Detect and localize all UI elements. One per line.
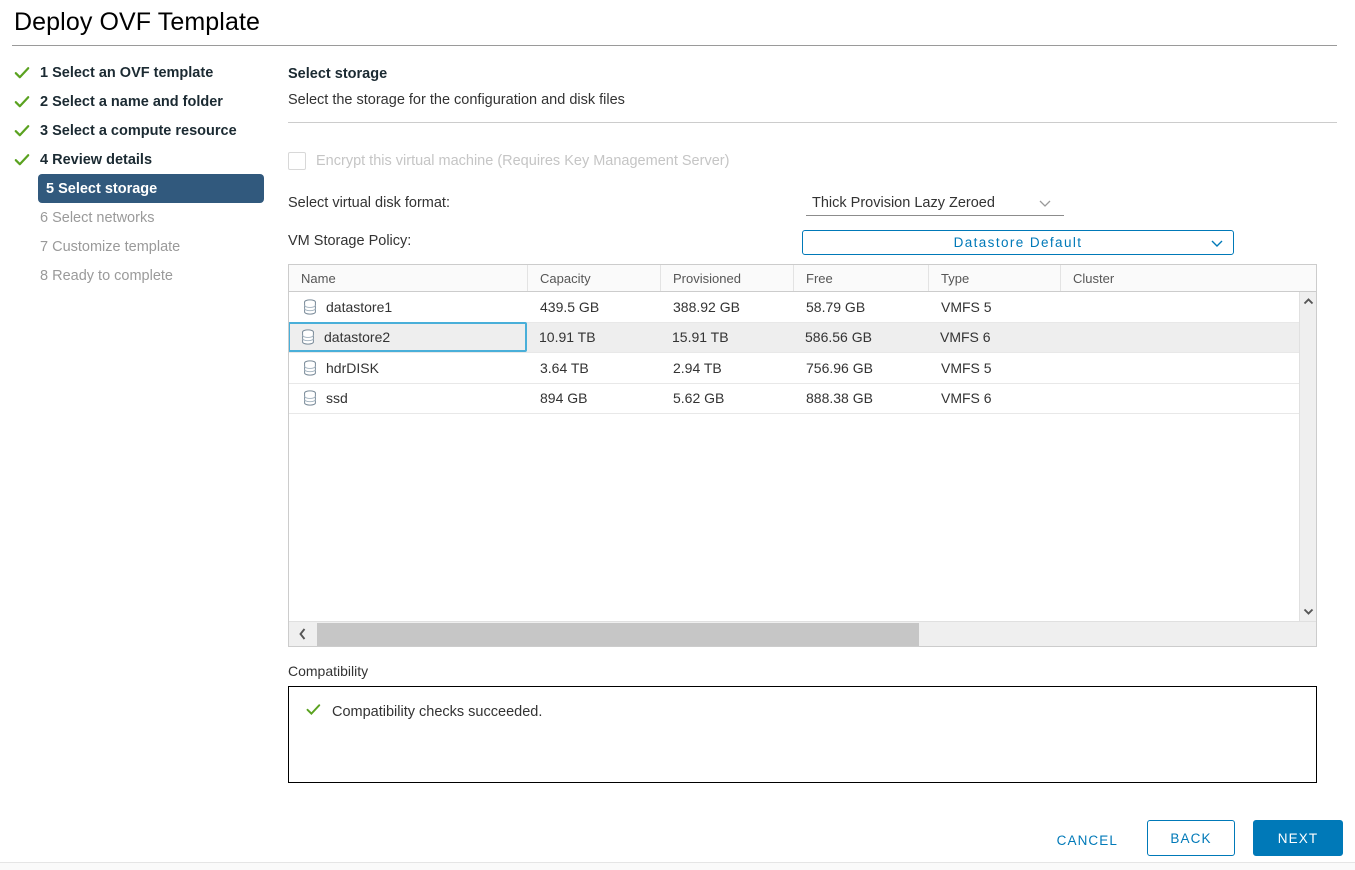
sidebar-step-2[interactable]: 2 Select a name and folder (0, 87, 280, 116)
cell-cluster (1061, 292, 1316, 322)
check-icon (305, 701, 322, 723)
check-icon (14, 94, 30, 110)
sidebar-step-label: 5 Select storage (46, 181, 157, 197)
sidebar-step-5[interactable]: 5 Select storage (38, 174, 264, 203)
cell-free: 586.56 GB (793, 323, 928, 353)
datastore-icon (303, 360, 326, 376)
chevron-down-icon (1038, 196, 1052, 215)
cell-free: 58.79 GB (794, 292, 929, 322)
cell-cluster (1061, 353, 1316, 383)
next-button[interactable]: NEXT (1253, 820, 1343, 856)
cell-type: VMFS 6 (929, 384, 1061, 414)
cell-type: VMFS 5 (929, 353, 1061, 383)
cell-name: datastore2 (289, 322, 527, 352)
sidebar-step-4[interactable]: 4 Review details (0, 145, 280, 174)
vertical-scrollbar[interactable] (1299, 292, 1316, 621)
cell-free: 756.96 GB (794, 353, 929, 383)
cell-name: hdrDISK (289, 353, 528, 383)
wizard-steps-sidebar: 1 Select an OVF template 2 Select a name … (0, 58, 280, 290)
column-header-provisioned[interactable]: Provisioned (661, 265, 794, 291)
scroll-left-icon[interactable] (291, 622, 313, 646)
horizontal-scrollbar[interactable] (289, 621, 1316, 646)
encrypt-vm-checkbox (288, 152, 306, 170)
cell-cluster (1060, 323, 1316, 353)
deploy-ovf-template-wizard: Deploy OVF Template 1 Select an OVF temp… (0, 0, 1355, 870)
page-title: Deploy OVF Template (14, 8, 260, 37)
column-header-name[interactable]: Name (289, 265, 528, 291)
storage-policy-label: VM Storage Policy: (288, 233, 411, 249)
column-header-type[interactable]: Type (929, 265, 1061, 291)
title-divider (12, 45, 1337, 46)
section-divider (288, 122, 1337, 123)
cell-provisioned: 15.91 TB (660, 323, 793, 353)
check-icon (14, 152, 30, 168)
cell-name: ssd (289, 384, 528, 414)
check-icon (14, 65, 30, 81)
sidebar-step-label: 7 Customize template (40, 239, 180, 255)
storage-policy-value: Datastore Default (954, 235, 1083, 250)
datastore-name: datastore2 (324, 329, 390, 345)
sidebar-step-label: 4 Review details (40, 152, 152, 168)
cell-type: VMFS 6 (928, 323, 1060, 353)
scroll-down-icon[interactable] (1300, 603, 1317, 620)
sidebar-step-3[interactable]: 3 Select a compute resource (0, 116, 280, 145)
datastore-name: hdrDISK (326, 360, 379, 376)
sidebar-step-label: 2 Select a name and folder (40, 94, 223, 110)
sidebar-step-label: 1 Select an OVF template (40, 65, 213, 81)
column-header-cluster[interactable]: Cluster (1061, 265, 1316, 291)
compatibility-box: Compatibility checks succeeded. (288, 686, 1317, 783)
section-heading: Select storage (288, 66, 387, 82)
storage-policy-select[interactable]: Datastore Default (802, 230, 1234, 255)
bottom-strip (0, 862, 1355, 870)
table-header-row: Name Capacity Provisioned Free Type Clus… (289, 265, 1316, 292)
datastore-name: datastore1 (326, 299, 392, 315)
check-icon (14, 123, 30, 139)
cell-capacity: 10.91 TB (527, 323, 660, 353)
sidebar-step-label: 3 Select a compute resource (40, 123, 237, 139)
cell-capacity: 439.5 GB (528, 292, 661, 322)
cell-cluster (1061, 384, 1316, 414)
disk-format-select[interactable]: Thick Provision Lazy Zeroed (806, 190, 1064, 216)
sidebar-step-1[interactable]: 1 Select an OVF template (0, 58, 280, 87)
scroll-up-icon[interactable] (1300, 293, 1317, 310)
datastore-icon (301, 329, 324, 345)
sidebar-step-label: 8 Ready to complete (40, 268, 173, 284)
horizontal-scrollbar-thumb[interactable] (317, 623, 919, 646)
sidebar-step-7[interactable]: 7 Customize template (0, 232, 280, 261)
cell-capacity: 3.64 TB (528, 353, 661, 383)
encrypt-vm-label: Encrypt this virtual machine (Requires K… (316, 153, 729, 169)
disk-format-label: Select virtual disk format: (288, 195, 450, 211)
back-button[interactable]: BACK (1147, 820, 1235, 856)
cell-provisioned: 2.94 TB (661, 353, 794, 383)
cell-type: VMFS 5 (929, 292, 1061, 322)
table-row[interactable]: ssd 894 GB5.62 GB888.38 GBVMFS 6 (289, 384, 1316, 415)
cell-provisioned: 388.92 GB (661, 292, 794, 322)
disk-format-value: Thick Provision Lazy Zeroed (806, 195, 995, 211)
encrypt-vm-row: Encrypt this virtual machine (Requires K… (288, 152, 729, 170)
sidebar-step-6[interactable]: 6 Select networks (0, 203, 280, 232)
datastore-table: Name Capacity Provisioned Free Type Clus… (288, 264, 1317, 647)
sidebar-step-label: 6 Select networks (40, 210, 154, 226)
column-header-free[interactable]: Free (794, 265, 929, 291)
table-row[interactable]: datastore1 439.5 GB388.92 GB58.79 GBVMFS … (289, 292, 1316, 323)
table-row[interactable]: datastore2 10.91 TB15.91 TB586.56 GBVMFS … (289, 323, 1316, 354)
compatibility-label: Compatibility (288, 663, 368, 679)
compatibility-message: Compatibility checks succeeded. (332, 704, 542, 720)
cell-capacity: 894 GB (528, 384, 661, 414)
cell-free: 888.38 GB (794, 384, 929, 414)
datastore-icon (303, 299, 326, 315)
cancel-button[interactable]: CANCEL (1047, 822, 1128, 858)
chevron-down-icon (1210, 236, 1224, 255)
cell-name: datastore1 (289, 292, 528, 322)
table-row[interactable]: hdrDISK 3.64 TB2.94 TB756.96 GBVMFS 5 (289, 353, 1316, 384)
datastore-icon (303, 390, 326, 406)
datastore-name: ssd (326, 390, 348, 406)
column-header-capacity[interactable]: Capacity (528, 265, 661, 291)
section-subheading: Select the storage for the configuration… (288, 92, 625, 108)
table-body: datastore1439.5 GB388.92 GB58.79 GBVMFS … (289, 292, 1316, 621)
sidebar-step-8[interactable]: 8 Ready to complete (0, 261, 280, 290)
cell-provisioned: 5.62 GB (661, 384, 794, 414)
